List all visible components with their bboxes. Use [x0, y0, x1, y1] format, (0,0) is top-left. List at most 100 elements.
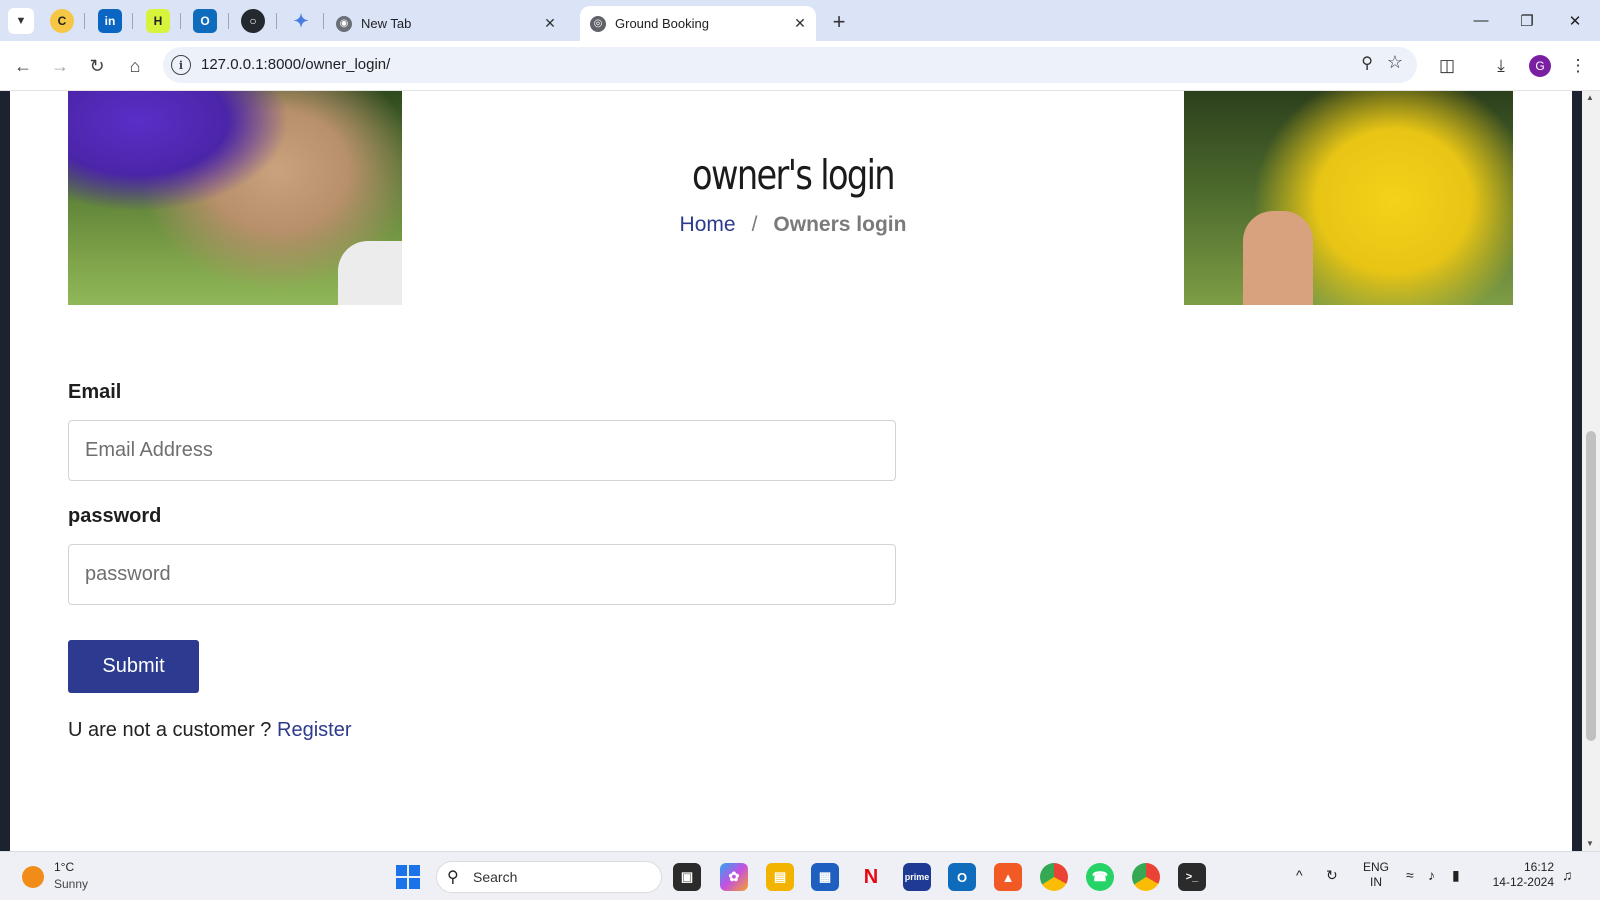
pinned-tab-linkedin-icon[interactable]: in [98, 9, 122, 33]
tab-separator [228, 13, 229, 29]
forward-button[interactable]: → [46, 52, 74, 80]
tab-strip: ▼ C in H O ○ ✦ ◉ New Tab ✕ ◎ Ground Book… [0, 0, 1600, 41]
tab-separator [180, 13, 181, 29]
restore-button[interactable]: ❐ [1504, 0, 1550, 41]
tab-search-button[interactable]: ▼ [8, 8, 34, 34]
tab-new-tab[interactable]: ◉ New Tab ✕ [326, 6, 566, 41]
clock-date: 14-12-2024 [1492, 875, 1554, 889]
brave-icon[interactable]: ▲ [994, 863, 1022, 891]
whatsapp-icon[interactable]: ☎ [1086, 863, 1114, 891]
tab-separator [323, 13, 324, 29]
region-code: IN [1370, 875, 1382, 889]
menu-kebab-icon[interactable]: ⋮ [1565, 53, 1591, 79]
tab-title: Ground Booking [615, 16, 709, 31]
pinned-tab-outlook-icon[interactable]: O [193, 9, 217, 33]
tab-separator [276, 13, 277, 29]
chrome-profile-taskbar-icon[interactable] [1132, 863, 1160, 891]
submit-button[interactable]: Submit [68, 640, 199, 693]
pinned-tab-gemini-icon[interactable]: ✦ [289, 9, 313, 33]
netflix-icon[interactable]: N [857, 863, 885, 891]
breadcrumb-separator: / [751, 213, 758, 236]
zoom-icon[interactable]: ⚲ [1361, 53, 1373, 73]
reload-button[interactable]: ↻ [83, 52, 111, 80]
file-explorer-icon[interactable]: ▤ [766, 863, 794, 891]
page-frame-left [0, 91, 10, 851]
page-frame-right [1572, 91, 1582, 851]
bookmark-star-icon[interactable]: ☆ [1387, 52, 1403, 73]
page-viewport: owner's login Home / Owners login Email … [0, 91, 1600, 851]
system-clock[interactable]: 16:12 14-12-2024 [1488, 860, 1554, 890]
tab-title: New Tab [361, 16, 412, 31]
prime-video-icon[interactable]: prime [903, 863, 931, 891]
taskbar-search[interactable]: ⚲ Search [436, 861, 662, 893]
clock-time: 16:12 [1523, 860, 1554, 874]
email-label: Email [68, 381, 122, 403]
minimize-button[interactable]: — [1458, 0, 1504, 41]
outlook-taskbar-icon[interactable]: O [948, 863, 976, 891]
tray-chevron-up-icon[interactable]: ^ [1296, 867, 1303, 883]
home-button[interactable]: ⌂ [121, 52, 149, 80]
register-prompt-text: U are not a customer ? [68, 719, 272, 741]
scroll-up-icon[interactable]: ▲ [1586, 93, 1594, 102]
language-indicator[interactable]: ENG IN [1363, 860, 1389, 890]
scroll-down-icon[interactable]: ▼ [1586, 839, 1594, 848]
volume-icon[interactable]: ♪ [1428, 867, 1435, 883]
password-field[interactable] [68, 544, 896, 605]
close-icon: ✕ [1568, 12, 1582, 30]
hero-image-knee [1243, 211, 1313, 305]
site-info-icon[interactable]: i [171, 55, 191, 75]
search-icon: ⚲ [447, 869, 459, 886]
notification-bell-icon[interactable]: ♫ [1562, 867, 1573, 883]
page-title: owner's login [692, 151, 896, 199]
sync-icon[interactable]: ↻ [1326, 867, 1338, 884]
pinned-tab-hashnode-icon[interactable]: H [146, 9, 170, 33]
close-window-button[interactable]: ✕ [1552, 0, 1598, 41]
chevron-down-icon: ▼ [15, 15, 27, 27]
scrollbar-thumb[interactable] [1586, 431, 1596, 741]
register-prompt: U are not a customer ? Register [68, 719, 351, 742]
breadcrumb-home-link[interactable]: Home [680, 213, 736, 237]
taskbar: 1°C Sunny ⚲ Search ▣ ✿ ▤ ▦ N prime O ▲ ☎… [0, 851, 1600, 900]
battery-icon[interactable]: ▮ [1452, 867, 1460, 884]
hero-banner: owner's login Home / Owners login [68, 91, 1513, 305]
restore-icon: ❐ [1520, 12, 1534, 30]
minimize-icon: — [1473, 12, 1489, 29]
home-icon: ⌂ [129, 55, 141, 76]
hero-image-right [1184, 91, 1513, 305]
register-link[interactable]: Register [277, 719, 351, 741]
pinned-tab-github-icon[interactable]: ○ [241, 9, 265, 33]
arrow-right-icon: → [51, 55, 69, 76]
extensions-icon[interactable]: ◫ [1434, 53, 1460, 79]
hero-image-sock [338, 241, 402, 305]
wifi-icon[interactable]: ≈ [1406, 867, 1414, 883]
task-view-icon[interactable]: ▣ [673, 863, 701, 891]
windows-start-icon[interactable] [396, 865, 420, 889]
chrome-taskbar-icon[interactable] [1040, 863, 1068, 891]
password-label: password [68, 505, 162, 527]
weather-description[interactable]: Sunny [54, 877, 88, 891]
email-field[interactable] [68, 420, 896, 481]
tab-separator [132, 13, 133, 29]
download-icon[interactable]: ⤓ [1488, 53, 1514, 79]
taskbar-search-text: Search [473, 869, 518, 885]
address-bar[interactable]: i 127.0.0.1:8000/owner_login/ ⚲ ☆ [163, 47, 1417, 83]
breadcrumb: Home / Owners login [402, 213, 1184, 237]
copilot-icon[interactable]: ✿ [720, 863, 748, 891]
pinned-tab-c-icon[interactable]: C [50, 9, 74, 33]
url-text[interactable]: 127.0.0.1:8000/owner_login/ [201, 56, 390, 73]
close-tab-icon[interactable]: ✕ [540, 14, 560, 34]
microsoft-store-icon[interactable]: ▦ [811, 863, 839, 891]
plus-icon: + [832, 9, 846, 34]
reload-icon: ↻ [89, 55, 105, 76]
browser-toolbar: ← → ↻ ⌂ i 127.0.0.1:8000/owner_login/ ⚲ … [0, 41, 1600, 91]
back-button[interactable]: ← [9, 52, 37, 80]
hero-title-card: owner's login Home / Owners login [402, 109, 1184, 305]
weather-temperature[interactable]: 1°C [54, 860, 74, 874]
terminal-icon[interactable]: >_ [1178, 863, 1206, 891]
tab-ground-booking[interactable]: ◎ Ground Booking ✕ [580, 6, 816, 41]
close-tab-icon[interactable]: ✕ [790, 14, 810, 34]
profile-avatar[interactable]: G [1529, 55, 1551, 77]
vertical-scrollbar[interactable]: ▲ ▼ [1582, 91, 1600, 851]
sun-icon[interactable] [22, 866, 44, 888]
new-tab-button[interactable]: + [826, 9, 852, 35]
